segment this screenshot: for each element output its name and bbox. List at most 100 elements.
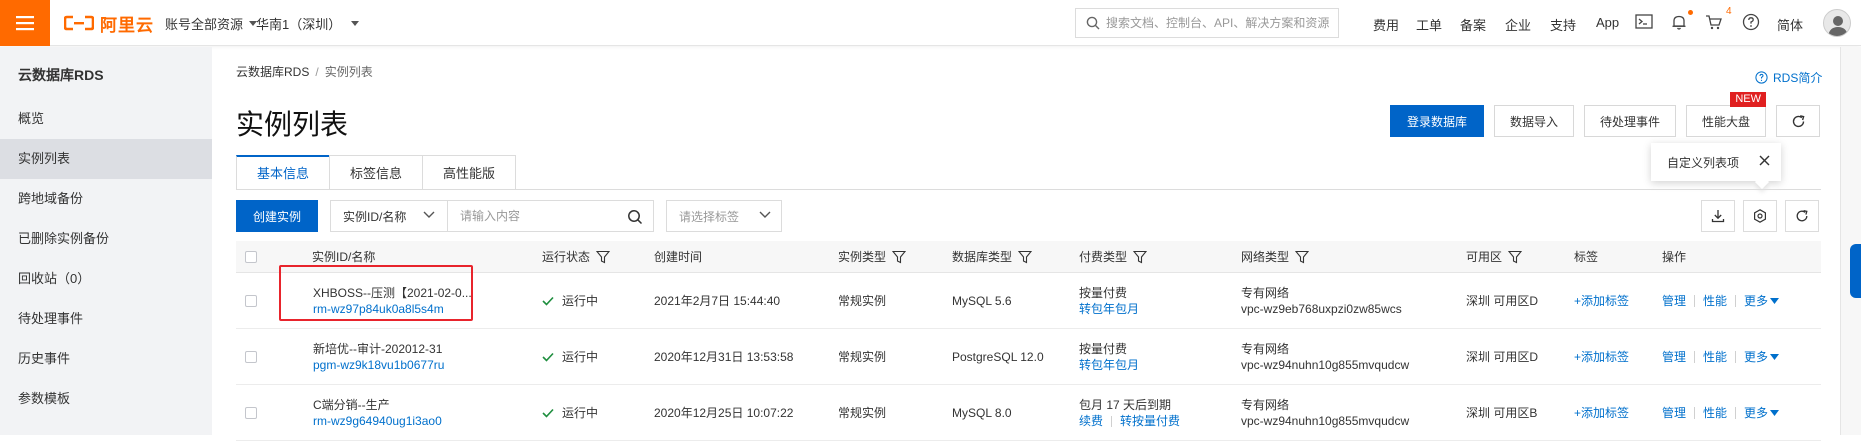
manage-link[interactable]: 管理 [1662, 405, 1686, 421]
instance-name: 新培优--审计-202012-31 [313, 342, 443, 356]
header-ops: 操作 [1662, 250, 1687, 264]
more-link[interactable]: 更多 [1744, 293, 1768, 309]
breadcrumb-separator: / [315, 65, 319, 79]
performance-dashboard-button[interactable]: 性能大盘 NEW [1686, 92, 1766, 137]
region-selector-label: 华南1（深圳） [256, 17, 342, 32]
global-search[interactable] [1075, 8, 1339, 38]
search-icon[interactable] [627, 209, 643, 225]
top-link-billing[interactable]: 费用 [1373, 15, 1399, 34]
manage-link[interactable]: 管理 [1662, 293, 1686, 309]
table-refresh-button[interactable] [1785, 200, 1819, 232]
convert-billing-link[interactable]: 转包年包月 [1079, 357, 1139, 373]
pending-events-button[interactable]: 待处理事件 [1584, 105, 1676, 137]
rds-intro-link[interactable]: RDS简介 [1755, 69, 1822, 86]
page-scrollbar[interactable] [1840, 47, 1861, 435]
top-link-app[interactable]: App [1596, 15, 1619, 30]
notification-dot [1688, 10, 1693, 15]
region-selector[interactable]: 华南1（深圳） [256, 14, 360, 33]
instance-search[interactable] [448, 200, 654, 232]
sidebar-item-overview[interactable]: 概览 [0, 99, 212, 139]
sidebar-item-cross-region-backup[interactable]: 跨地域备份 [0, 179, 212, 219]
terminal-icon[interactable] [1635, 13, 1653, 31]
convert-payg-link[interactable]: 转按量付费 [1120, 413, 1180, 429]
row-checkbox[interactable] [245, 407, 257, 419]
billing-cell: 按量付费 转包年包月 [1079, 285, 1139, 317]
convert-billing-link[interactable]: 转包年包月 [1079, 301, 1139, 317]
renew-link[interactable]: 续费 [1079, 413, 1103, 429]
action-divider [1694, 351, 1696, 363]
help-circle-icon [1755, 71, 1768, 84]
sidebar-item-history-events[interactable]: 历史事件 [0, 339, 212, 379]
action-divider [1735, 295, 1737, 307]
filter-icon[interactable] [1295, 250, 1310, 264]
filter-field-select[interactable]: 实例ID/名称 [330, 200, 448, 232]
more-link[interactable]: 更多 [1744, 349, 1768, 365]
select-all-checkbox[interactable] [245, 251, 257, 263]
create-instance-button[interactable]: 创建实例 [236, 200, 318, 232]
close-icon[interactable] [1758, 154, 1771, 167]
top-link-ticket[interactable]: 工单 [1416, 15, 1442, 34]
tab-high-performance[interactable]: 高性能版 [422, 155, 517, 190]
avatar[interactable] [1823, 9, 1851, 37]
row-checkbox[interactable] [245, 351, 257, 363]
global-search-input[interactable] [1106, 16, 1336, 30]
tab-tag-info[interactable]: 标签信息 [329, 155, 424, 190]
instance-id-link[interactable]: rm-wz97p84uk0a8l5s4m [313, 301, 472, 317]
filter-icon[interactable] [1018, 250, 1033, 264]
instance-id-cell: XHBOSS--压测【2021-02-0... rm-wz97p84uk0a8l… [313, 285, 472, 317]
side-panel-handle[interactable] [1850, 244, 1861, 298]
top-link-support[interactable]: 支持 [1550, 15, 1576, 34]
sidebar-item-deleted-backups[interactable]: 已删除实例备份 [0, 219, 212, 259]
sidebar-item-instances[interactable]: 实例列表 [0, 139, 212, 179]
top-link-icp[interactable]: 备案 [1460, 15, 1486, 34]
header-instance-type-label: 实例类型 [838, 250, 887, 264]
breadcrumb-current: 实例列表 [324, 65, 373, 79]
check-icon [542, 408, 554, 418]
breadcrumb-root[interactable]: 云数据库RDS [236, 65, 309, 79]
add-tag-link[interactable]: +添加标签 [1574, 405, 1629, 421]
user-icon [1828, 16, 1848, 36]
more-link[interactable]: 更多 [1744, 405, 1768, 421]
created-time: 2020年12月31日 13:53:58 [654, 350, 794, 364]
tooltip-text: 自定义列表项 [1667, 155, 1740, 170]
header-zone: 可用区 [1466, 241, 1523, 273]
help-icon[interactable] [1742, 13, 1760, 31]
menu-icon[interactable] [0, 0, 50, 46]
sidebar-item-recycle-bin[interactable]: 回收站（0） [0, 259, 212, 299]
performance-link[interactable]: 性能 [1703, 293, 1727, 309]
tab-basic-info[interactable]: 基本信息 [236, 155, 331, 190]
top-link-enterprise[interactable]: 企业 [1505, 15, 1531, 34]
manage-link[interactable]: 管理 [1662, 349, 1686, 365]
aliyun-logo[interactable]: 阿里云 [64, 12, 154, 35]
login-database-button[interactable]: 登录数据库 [1390, 105, 1484, 137]
header-id-name: 实例ID/名称 [312, 250, 376, 264]
sidebar-item-param-templates[interactable]: 参数模板 [0, 379, 212, 419]
performance-link[interactable]: 性能 [1703, 405, 1727, 421]
bell-icon[interactable] [1670, 13, 1688, 31]
tag-filter-select[interactable]: 请选择标签 [666, 200, 782, 232]
status-cell: 运行中 [542, 349, 598, 365]
header-zone-label: 可用区 [1466, 250, 1503, 264]
link-divider [1111, 415, 1113, 427]
row-checkbox[interactable] [245, 295, 257, 307]
cart-count-badge: 4 [1726, 6, 1732, 17]
sidebar-item-pending-events[interactable]: 待处理事件 [0, 299, 212, 339]
billing-type: 按量付费 [1079, 286, 1128, 300]
download-button[interactable] [1701, 200, 1735, 232]
filter-icon[interactable] [892, 250, 907, 264]
language-switch[interactable]: 简体 [1777, 15, 1803, 34]
instance-id-link[interactable]: rm-wz9g64940ug1i3ao0 [313, 413, 442, 429]
performance-link[interactable]: 性能 [1703, 349, 1727, 365]
column-settings-button[interactable] [1743, 200, 1777, 232]
data-import-button[interactable]: 数据导入 [1494, 105, 1574, 137]
account-selector[interactable]: 账号全部资源 [165, 14, 258, 33]
instance-search-input[interactable] [448, 201, 616, 231]
refresh-button[interactable] [1776, 105, 1820, 137]
filter-icon[interactable] [596, 250, 611, 264]
filter-icon[interactable] [1133, 250, 1148, 264]
add-tag-link[interactable]: +添加标签 [1574, 349, 1629, 365]
cart-icon[interactable] [1705, 13, 1723, 31]
instance-id-link[interactable]: pgm-wz9k18vu1b0677ru [313, 357, 444, 373]
add-tag-link[interactable]: +添加标签 [1574, 293, 1629, 309]
filter-icon[interactable] [1508, 250, 1523, 264]
